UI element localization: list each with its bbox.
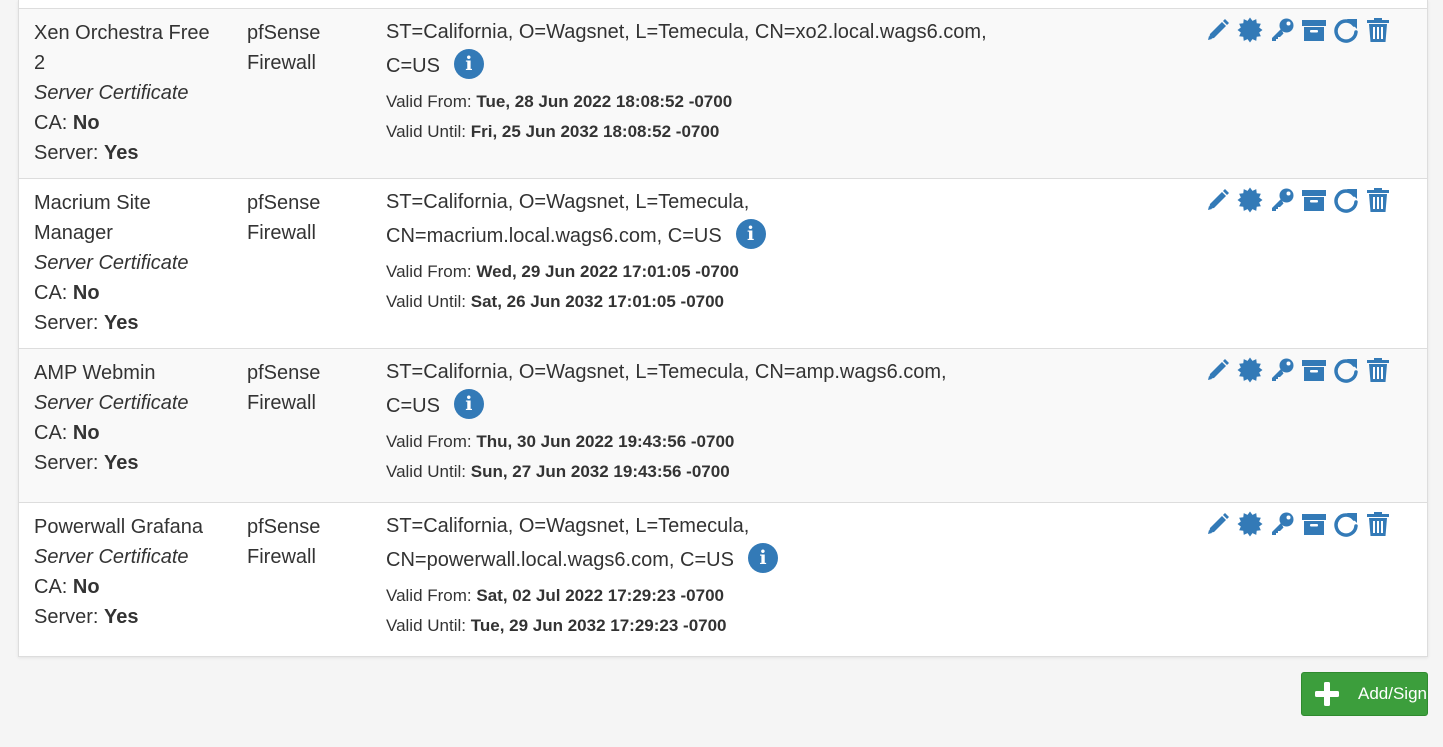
- cert-name-cell: AMP Webmin Server Certificate CA: No Ser…: [34, 349, 224, 478]
- cert-ca: CA: No: [34, 422, 100, 444]
- certificate-icon[interactable]: [1237, 511, 1263, 537]
- cert-issuer: pfSense Firewall: [247, 362, 321, 414]
- trash-icon[interactable]: [1365, 17, 1391, 43]
- refresh-icon[interactable]: [1333, 17, 1359, 43]
- key-icon[interactable]: [1269, 511, 1295, 537]
- cert-name: Macrium Site Manager: [34, 192, 151, 244]
- key-icon[interactable]: [1269, 187, 1295, 213]
- pencil-icon[interactable]: [1205, 511, 1231, 537]
- archive-icon[interactable]: [1301, 187, 1327, 213]
- cert-issuer: pfSense Firewall: [247, 192, 321, 244]
- valid-from: Valid From: Wed, 29 Jun 2022 17:01:05 -0…: [386, 262, 739, 281]
- row-actions: [1205, 17, 1391, 43]
- table-row: Powerwall Grafana Server Certificate CA:…: [19, 502, 1427, 657]
- table-row: AMP Webmin Server Certificate CA: No Ser…: [19, 348, 1427, 502]
- cert-name-cell: Xen Orchestra Free 2 Server Certificate …: [34, 9, 224, 168]
- certificate-icon[interactable]: [1237, 187, 1263, 213]
- dn-line: CN=macrium.local.wags6.com, C=US: [386, 225, 722, 247]
- cert-name: Powerwall Grafana: [34, 516, 203, 538]
- cert-server: Server: Yes: [34, 452, 139, 474]
- dn-line: ST=California, O=Wagsnet, L=Temecula,: [386, 515, 750, 537]
- key-icon[interactable]: [1269, 17, 1295, 43]
- cert-distinguished-name: ST=California, O=Wagsnet, L=Temecula, CN…: [386, 9, 1106, 147]
- trash-icon[interactable]: [1365, 187, 1391, 213]
- cert-type: Server Certificate: [34, 392, 189, 414]
- dn-line: ST=California, O=Wagsnet, L=Temecula,: [386, 191, 750, 213]
- info-icon[interactable]: i: [453, 48, 484, 79]
- cert-distinguished-name: ST=California, O=Wagsnet, L=Temecula, CN…: [386, 503, 1106, 641]
- cert-server: Server: Yes: [34, 142, 139, 164]
- cert-type: Server Certificate: [34, 546, 189, 568]
- valid-until: Valid Until: Sun, 27 Jun 2032 19:43:56 -…: [386, 462, 730, 481]
- cert-name: Xen Orchestra Free 2: [34, 22, 210, 74]
- cert-name: AMP Webmin: [34, 362, 156, 384]
- cert-name-cell: Macrium Site Manager Server Certificate …: [34, 179, 224, 338]
- info-icon[interactable]: i: [453, 388, 484, 419]
- cert-server: Server: Yes: [34, 606, 139, 628]
- refresh-icon[interactable]: [1333, 511, 1359, 537]
- archive-icon[interactable]: [1301, 511, 1327, 537]
- cert-type: Server Certificate: [34, 252, 189, 274]
- certificate-icon[interactable]: [1237, 17, 1263, 43]
- dn-line: CN=powerwall.local.wags6.com, C=US: [386, 549, 734, 571]
- valid-from: Valid From: Sat, 02 Jul 2022 17:29:23 -0…: [386, 586, 725, 605]
- key-icon[interactable]: [1269, 357, 1295, 383]
- pencil-icon[interactable]: [1205, 187, 1231, 213]
- valid-until: Valid Until: Fri, 25 Jun 2032 18:08:52 -…: [386, 122, 720, 141]
- dn-line: C=US: [386, 395, 440, 417]
- trash-icon[interactable]: [1365, 357, 1391, 383]
- cert-name-cell: Powerwall Grafana Server Certificate CA:…: [34, 503, 224, 632]
- row-actions: [1205, 511, 1391, 537]
- certificate-icon[interactable]: [1237, 357, 1263, 383]
- archive-icon[interactable]: [1301, 357, 1327, 383]
- refresh-icon[interactable]: [1333, 187, 1359, 213]
- archive-icon[interactable]: [1301, 17, 1327, 43]
- pencil-icon[interactable]: [1205, 17, 1231, 43]
- info-icon[interactable]: i: [735, 218, 766, 249]
- dn-line: ST=California, O=Wagsnet, L=Temecula, CN…: [386, 21, 987, 43]
- valid-until: Valid Until: Tue, 29 Jun 2032 17:29:23 -…: [386, 616, 727, 635]
- cert-ca: CA: No: [34, 282, 100, 304]
- trash-icon[interactable]: [1365, 511, 1391, 537]
- cert-ca: CA: No: [34, 576, 100, 598]
- add-sign-button[interactable]: Add/Sign: [1301, 672, 1428, 716]
- plus-icon: [1315, 682, 1339, 706]
- valid-until: Valid Until: Sat, 26 Jun 2032 17:01:05 -…: [386, 292, 725, 311]
- cert-distinguished-name: ST=California, O=Wagsnet, L=Temecula, CN…: [386, 179, 1106, 317]
- table-row: Xen Orchestra Free 2 Server Certificate …: [19, 8, 1427, 178]
- info-icon[interactable]: i: [747, 542, 778, 573]
- cert-ca: CA: No: [34, 112, 100, 134]
- add-sign-label: Add/Sign: [1358, 684, 1427, 703]
- row-actions: [1205, 357, 1391, 383]
- cert-issuer: pfSense Firewall: [247, 22, 321, 74]
- cert-issuer: pfSense Firewall: [247, 516, 321, 568]
- dn-line: ST=California, O=Wagsnet, L=Temecula, CN…: [386, 361, 947, 383]
- certificates-table: Xen Orchestra Free 2 Server Certificate …: [18, 0, 1428, 657]
- refresh-icon[interactable]: [1333, 357, 1359, 383]
- cert-type: Server Certificate: [34, 82, 189, 104]
- table-row: Macrium Site Manager Server Certificate …: [19, 178, 1427, 348]
- dn-line: C=US: [386, 55, 440, 77]
- cert-distinguished-name: ST=California, O=Wagsnet, L=Temecula, CN…: [386, 349, 1106, 487]
- valid-from: Valid From: Thu, 30 Jun 2022 19:43:56 -0…: [386, 432, 735, 451]
- valid-from: Valid From: Tue, 28 Jun 2022 18:08:52 -0…: [386, 92, 733, 111]
- cert-server: Server: Yes: [34, 312, 139, 334]
- row-actions: [1205, 187, 1391, 213]
- pencil-icon[interactable]: [1205, 357, 1231, 383]
